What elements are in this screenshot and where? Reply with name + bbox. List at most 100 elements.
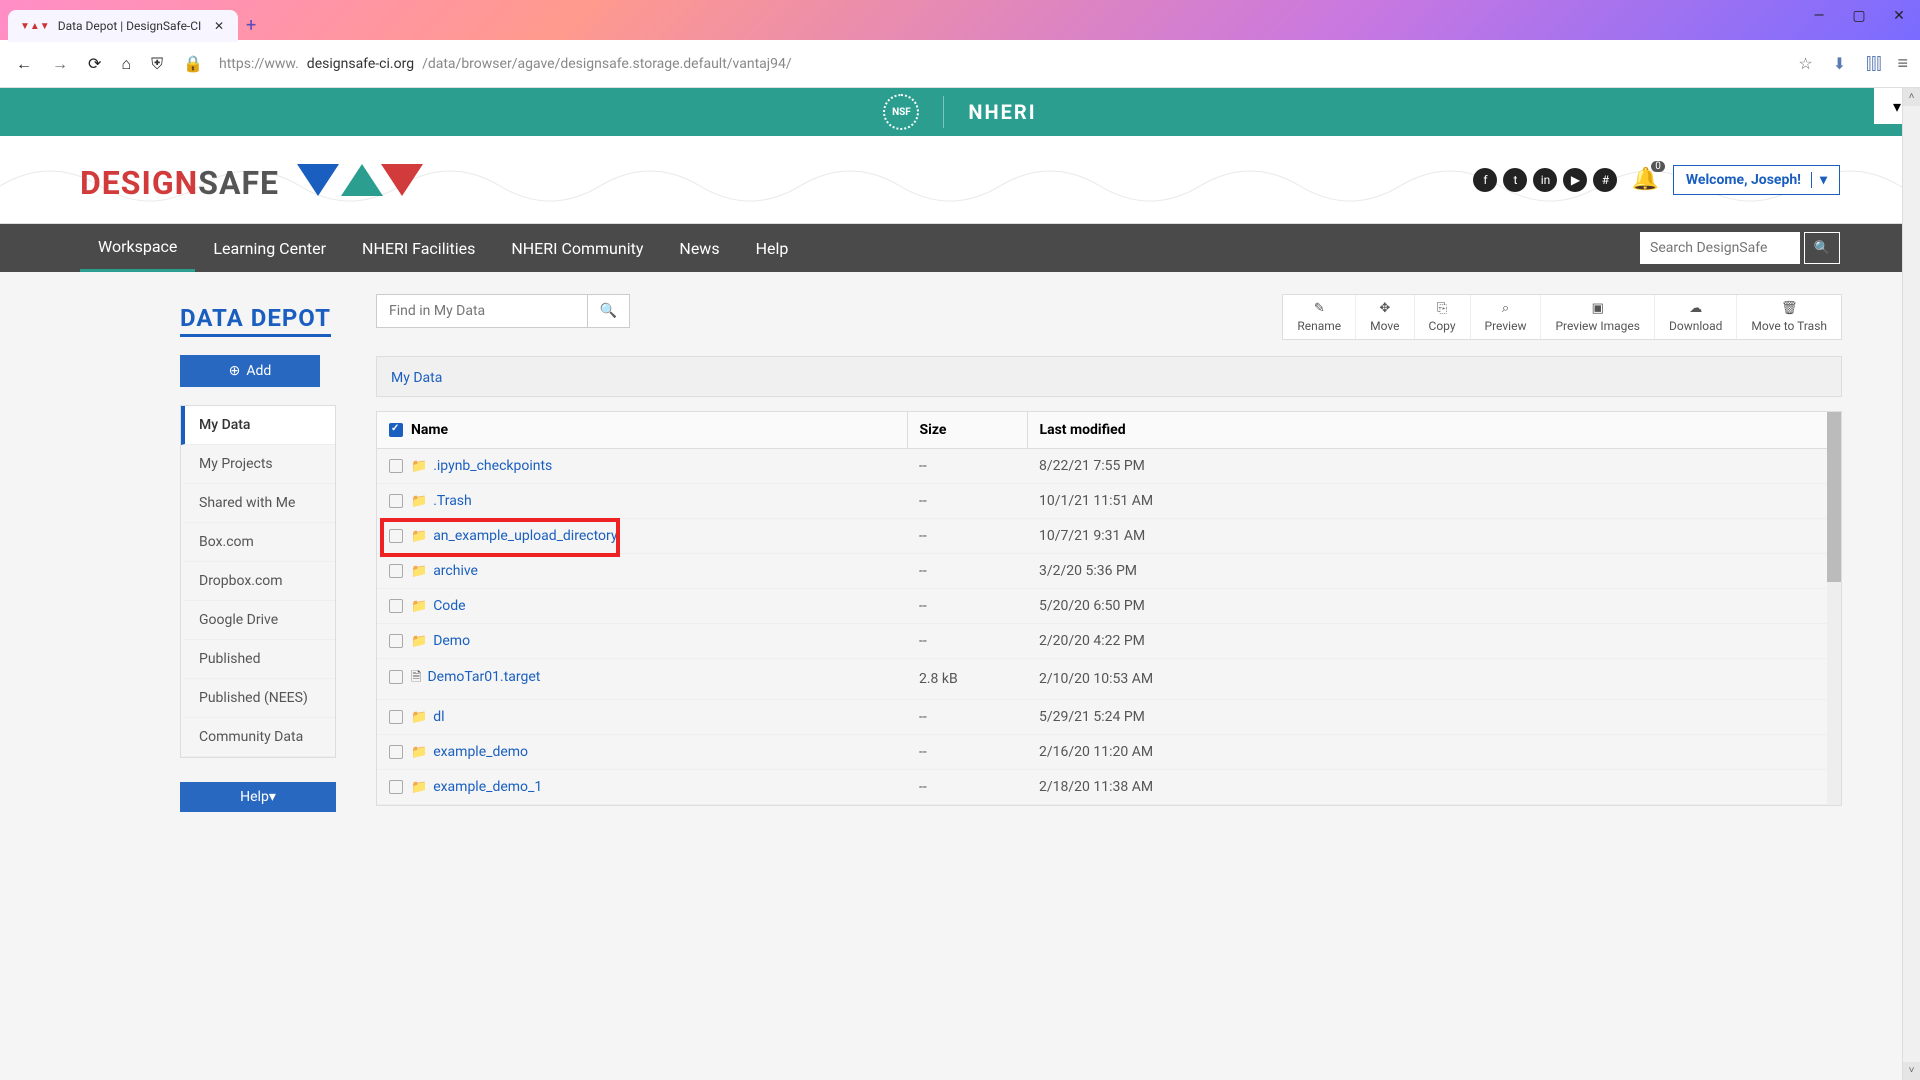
table-row[interactable]: 📁example_demo_1--2/18/20 11:38 AM [377, 770, 1841, 805]
address-bar[interactable]: https://www.designsafe-ci.org/data/brows… [219, 56, 1782, 72]
sidebar-item-myprojects[interactable]: My Projects [181, 445, 335, 484]
col-name[interactable]: Name [377, 412, 907, 449]
file-name-link[interactable]: archive [433, 563, 478, 579]
nav-workspace[interactable]: Workspace [80, 224, 195, 272]
row-checkbox[interactable] [389, 634, 403, 648]
row-checkbox[interactable] [389, 529, 403, 543]
action-download[interactable]: ☁Download [1654, 295, 1736, 339]
sidebar-item-published[interactable]: Published [181, 640, 335, 679]
forward-icon[interactable]: → [48, 50, 72, 78]
logo-shapes-icon [295, 162, 425, 198]
file-name-link[interactable]: example_demo_1 [433, 779, 542, 795]
nav-community[interactable]: NHERI Community [493, 224, 661, 272]
breadcrumb-link[interactable]: My Data [391, 370, 442, 386]
help-button[interactable]: Help▾ [180, 782, 336, 812]
row-checkbox[interactable] [389, 599, 403, 613]
row-checkbox[interactable] [389, 459, 403, 473]
close-icon[interactable]: ✕ [212, 17, 226, 35]
action-move[interactable]: ✥Move [1355, 295, 1413, 339]
back-icon[interactable]: ← [12, 50, 36, 78]
scroll-thumb[interactable] [1827, 412, 1841, 582]
welcome-label: Welcome, Joseph! [1686, 172, 1801, 188]
row-checkbox[interactable] [389, 670, 403, 684]
table-row[interactable]: 🗎DemoTar01.target2.8 kB2/10/20 10:53 AM [377, 659, 1841, 700]
library-icon[interactable]: ⫿⫿⫿ [1862, 50, 1885, 78]
row-checkbox[interactable] [389, 780, 403, 794]
star-icon[interactable]: ☆ [1794, 50, 1816, 77]
nav-news[interactable]: News [661, 224, 737, 272]
table-row[interactable]: 📁.Trash--10/1/21 11:51 AM [377, 484, 1841, 519]
sidebar-item-gdrive[interactable]: Google Drive [181, 601, 335, 640]
col-size[interactable]: Size [907, 412, 1027, 449]
file-name-link[interactable]: an_example_upload_directory [433, 528, 617, 544]
bell-icon[interactable]: 🔔0 [1631, 167, 1658, 192]
select-all-checkbox[interactable] [389, 423, 403, 437]
table-row[interactable]: 📁Code--5/20/20 6:50 PM [377, 589, 1841, 624]
search-input[interactable] [1640, 232, 1800, 264]
search-button[interactable]: 🔍 [1804, 232, 1840, 264]
action-rename[interactable]: ✎Rename [1283, 295, 1355, 339]
reload-icon[interactable]: ⟳ [84, 50, 105, 77]
download-icon: ☁ [1689, 301, 1702, 316]
sidebar-item-mydata[interactable]: My Data [181, 406, 335, 445]
table-row[interactable]: 📁dl--5/29/21 5:24 PM [377, 700, 1841, 735]
table-row[interactable]: 📁archive--3/2/20 5:36 PM [377, 554, 1841, 589]
facebook-icon[interactable]: f [1473, 168, 1497, 192]
find-input[interactable] [377, 295, 587, 327]
table-row[interactable]: 📁example_demo--2/16/20 11:20 AM [377, 735, 1841, 770]
hamburger-icon[interactable]: ≡ [1897, 53, 1908, 74]
bell-badge: 0 [1651, 161, 1665, 172]
page-scrollbar[interactable]: ˄ ˅ [1902, 88, 1920, 1080]
file-modified: 3/2/20 5:36 PM [1027, 554, 1841, 589]
close-window-icon[interactable]: ✕ [1886, 8, 1912, 24]
scroll-down-icon[interactable]: ˅ [1903, 1062, 1920, 1080]
find-button[interactable]: 🔍 [587, 295, 629, 327]
table-row[interactable]: 📁Demo--2/20/20 4:22 PM [377, 624, 1841, 659]
browser-tab[interactable]: ▼▲▼ Data Depot | DesignSafe-CI ✕ [8, 10, 238, 42]
nav-help[interactable]: Help [738, 224, 807, 272]
action-preview[interactable]: ⌕Preview [1470, 295, 1541, 339]
designsafe-logo[interactable]: DESIGNSAFE [80, 158, 425, 202]
action-preview-images[interactable]: ▣Preview Images [1540, 295, 1654, 339]
welcome-user-button[interactable]: Welcome, Joseph! ▾ [1673, 165, 1840, 195]
file-name-link[interactable]: Demo [433, 633, 470, 649]
minimize-icon[interactable]: — [1806, 8, 1832, 24]
shield-icon[interactable]: ⛨ [147, 50, 167, 78]
file-name-link[interactable]: Code [433, 598, 465, 614]
table-row[interactable]: 📁.ipynb_checkpoints--8/22/21 7:55 PM [377, 449, 1841, 484]
nav-learning[interactable]: Learning Center [195, 224, 344, 272]
file-name-link[interactable]: example_demo [433, 744, 528, 760]
row-checkbox[interactable] [389, 745, 403, 759]
sidebar-item-shared[interactable]: Shared with Me [181, 484, 335, 523]
row-checkbox[interactable] [389, 710, 403, 724]
col-modified[interactable]: Last modified [1027, 412, 1841, 449]
slack-icon[interactable]: # [1593, 168, 1617, 192]
sidebar-item-box[interactable]: Box.com [181, 523, 335, 562]
row-checkbox[interactable] [389, 494, 403, 508]
youtube-icon[interactable]: ▶ [1563, 168, 1587, 192]
lock-icon[interactable]: 🔒 [179, 50, 207, 77]
add-button[interactable]: ⊕Add [180, 355, 320, 387]
download-icon[interactable]: ⬇ [1829, 50, 1850, 77]
new-tab-button[interactable]: + [246, 15, 256, 36]
twitter-icon[interactable]: t [1503, 168, 1527, 192]
file-name-link[interactable]: .Trash [433, 493, 472, 509]
maximize-icon[interactable]: ▢ [1846, 8, 1872, 24]
logo-text-a: DESIGN [80, 164, 198, 202]
sidebar-item-community[interactable]: Community Data [181, 718, 335, 757]
linkedin-icon[interactable]: in [1533, 168, 1557, 192]
file-name-link[interactable]: .ipynb_checkpoints [433, 458, 552, 474]
table-row[interactable]: 📁an_example_upload_directory--10/7/21 9:… [377, 519, 1841, 554]
nav-facilities[interactable]: NHERI Facilities [344, 224, 493, 272]
file-modified: 10/1/21 11:51 AM [1027, 484, 1841, 519]
file-name-link[interactable]: dl [433, 709, 444, 725]
sidebar-item-published-nees[interactable]: Published (NEES) [181, 679, 335, 718]
table-scrollbar[interactable] [1827, 412, 1841, 805]
scroll-up-icon[interactable]: ˄ [1903, 88, 1920, 106]
home-icon[interactable]: ⌂ [117, 50, 135, 78]
action-move-to-trash[interactable]: 🗑Move to Trash [1736, 295, 1841, 339]
action-copy[interactable]: ⎘Copy [1414, 295, 1470, 339]
sidebar-item-dropbox[interactable]: Dropbox.com [181, 562, 335, 601]
file-name-link[interactable]: DemoTar01.target [427, 669, 540, 685]
row-checkbox[interactable] [389, 564, 403, 578]
